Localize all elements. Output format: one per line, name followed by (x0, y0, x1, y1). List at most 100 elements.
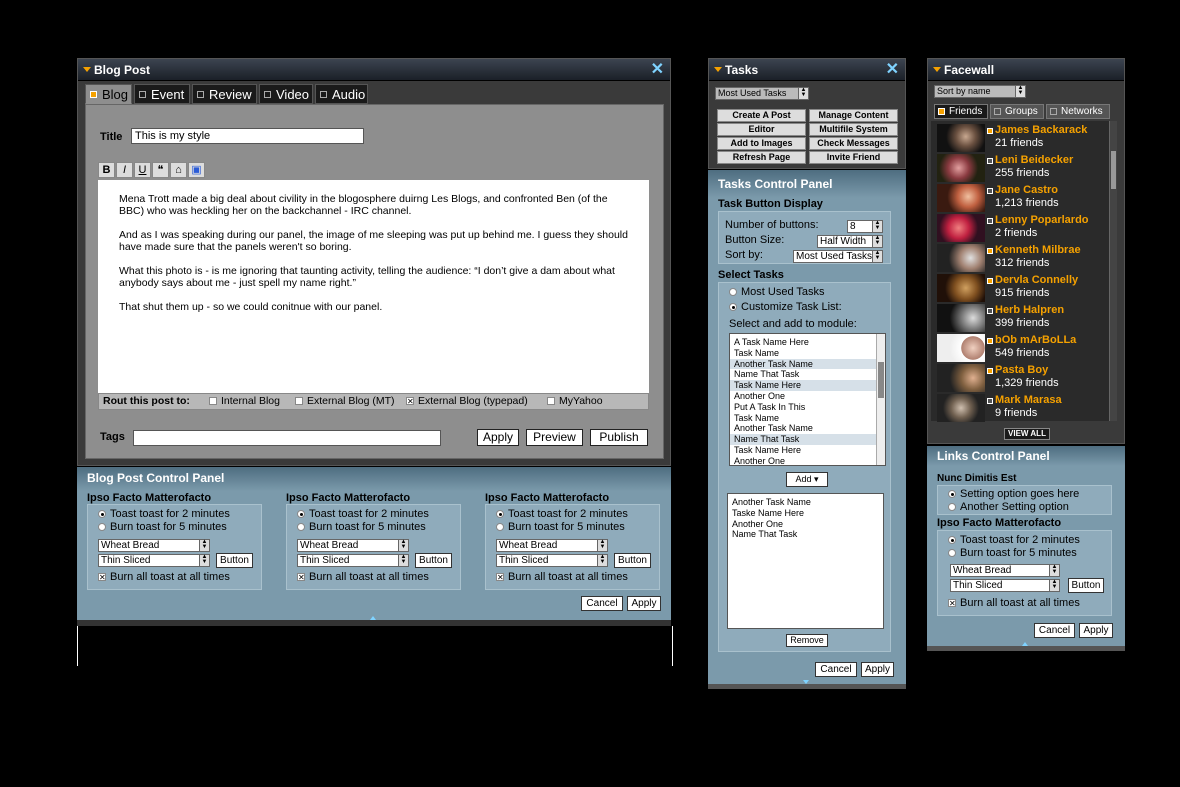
radio-burn-5min[interactable]: Burn toast for 5 minutes (948, 547, 1077, 559)
view-all-button[interactable]: VIEW ALL (1004, 428, 1050, 440)
apply-button[interactable]: Apply (627, 596, 661, 611)
list-item[interactable]: Taske Name Here (728, 508, 883, 519)
scrollbar-thumb[interactable] (878, 362, 884, 398)
cancel-button[interactable]: Cancel (1034, 623, 1075, 638)
list-item[interactable]: Task Name Here (730, 380, 885, 391)
friend-item[interactable]: Herb Halpren 399 friends (937, 304, 1107, 334)
friend-item[interactable]: Lenny Poparlardo 2 friends (937, 214, 1107, 244)
list-item[interactable]: Task Name (730, 413, 885, 424)
quote-icon[interactable]: ❝ (152, 162, 169, 178)
tab-networks[interactable]: Networks (1046, 104, 1110, 119)
add-friend-icon[interactable] (987, 128, 993, 134)
slice-select[interactable]: Thin Sliced ▲ ▼ (496, 554, 608, 567)
tab-event[interactable]: Event (134, 84, 190, 104)
list-item[interactable]: Task Name (730, 348, 885, 359)
friend-item[interactable]: Leni Beidecker 255 friends (937, 154, 1107, 184)
blog-post-titlebar[interactable]: Blog Post ✕ (78, 59, 670, 81)
cancel-button[interactable]: Cancel (581, 596, 623, 611)
tab-groups[interactable]: Groups (990, 104, 1044, 119)
collapse-arrow-icon[interactable] (83, 67, 91, 72)
add-friend-icon[interactable] (987, 188, 993, 194)
collapse-arrow-icon[interactable] (714, 67, 722, 72)
burn-all-checkbox[interactable]: ✕ Burn all toast at all times (496, 571, 628, 583)
friends-scrollbar[interactable] (1109, 121, 1117, 421)
friend-item[interactable]: Kenneth Milbrae 312 friends (937, 244, 1107, 274)
radio-button[interactable] (297, 510, 305, 519)
selected-tasks-list[interactable]: Another Task Name Taske Name Here Anothe… (727, 493, 884, 629)
publish-button[interactable]: Publish (590, 429, 648, 446)
radio-setting-option[interactable]: Setting option goes here (948, 488, 1079, 500)
add-friend-icon[interactable] (987, 248, 993, 254)
avatar[interactable] (937, 334, 985, 362)
add-friend-icon[interactable] (987, 308, 993, 314)
close-icon[interactable]: ✕ (886, 61, 899, 79)
spinner-icon[interactable]: ▲ ▼ (597, 539, 607, 551)
add-friend-icon[interactable] (987, 278, 993, 284)
italic-button[interactable]: I (116, 162, 133, 178)
radio-button[interactable] (297, 523, 305, 532)
avatar[interactable] (937, 124, 985, 152)
generic-button[interactable]: Button (1068, 578, 1104, 593)
radio-button[interactable] (948, 536, 956, 545)
radio-burn-5min[interactable]: Burn toast for 5 minutes (98, 521, 227, 533)
radio-button[interactable] (729, 303, 737, 312)
radio-another-setting[interactable]: Another Setting option (948, 501, 1069, 513)
slice-select[interactable]: Thin Sliced ▲ ▼ (98, 554, 210, 567)
spinner-icon[interactable]: ▲ ▼ (398, 554, 408, 566)
task-sort-dropdown[interactable]: Most Used Tasks ▲ ▼ (715, 87, 809, 100)
rout-internal-blog[interactable]: Internal Blog (209, 394, 280, 409)
list-item[interactable]: Another Task Name (728, 497, 883, 508)
list-item[interactable]: Name That Task (728, 529, 883, 540)
avatar[interactable] (937, 184, 985, 212)
scrollbar-thumb[interactable] (1111, 151, 1116, 189)
tab-audio[interactable]: Audio (315, 84, 368, 104)
spinner-icon[interactable]: ▲ ▼ (872, 250, 882, 262)
task-button-create-post[interactable]: Create A Post (717, 109, 806, 122)
list-item[interactable]: Put A Task In This (730, 402, 885, 413)
friend-item[interactable]: James Backarack 21 friends (937, 124, 1107, 154)
radio-burn-5min[interactable]: Burn toast for 5 minutes (496, 521, 625, 533)
tasks-titlebar[interactable]: Tasks ✕ (709, 59, 905, 81)
list-item[interactable]: Another Task Name (730, 423, 885, 434)
tab-video[interactable]: Video (259, 84, 313, 104)
spinner-icon[interactable]: ▲ ▼ (199, 554, 209, 566)
radio-button[interactable] (948, 490, 956, 499)
task-button-invite[interactable]: Invite Friend (809, 151, 898, 164)
burn-all-checkbox[interactable]: ✕ Burn all toast at all times (98, 571, 230, 583)
avatar[interactable] (937, 274, 985, 302)
burn-all-checkbox[interactable]: ✕ Burn all toast at all times (297, 571, 429, 583)
avatar[interactable] (937, 244, 985, 272)
underline-button[interactable]: U (134, 162, 151, 178)
bread-select[interactable]: Wheat Bread ▲ ▼ (98, 539, 210, 552)
burn-all-checkbox[interactable]: ✕ Burn all toast at all times (948, 597, 1080, 609)
facewall-titlebar[interactable]: Facewall (928, 59, 1124, 81)
radio-button[interactable] (948, 503, 956, 512)
task-button-check-messages[interactable]: Check Messages (809, 137, 898, 150)
add-friend-icon[interactable] (987, 218, 993, 224)
task-button-editor[interactable]: Editor (717, 123, 806, 136)
radio-toast-2min[interactable]: Toast toast for 2 minutes (948, 534, 1080, 546)
avatar[interactable] (937, 394, 985, 422)
list-item[interactable]: Task Name Here (730, 445, 885, 456)
slice-select[interactable]: Thin Sliced ▲ ▼ (297, 554, 409, 567)
checkbox[interactable]: ✕ (948, 599, 956, 608)
checkbox[interactable]: ✕ (406, 397, 414, 406)
preview-button[interactable]: Preview (526, 429, 583, 446)
list-item[interactable]: Another One (730, 456, 885, 465)
friend-item[interactable]: Dervla Connelly 915 friends (937, 274, 1107, 304)
radio-button[interactable] (496, 523, 504, 532)
remove-button[interactable]: Remove (786, 634, 828, 647)
list-scrollbar[interactable] (876, 334, 885, 465)
radio-button[interactable] (729, 288, 737, 297)
bread-select[interactable]: Wheat Bread ▲ ▼ (496, 539, 608, 552)
checkbox[interactable]: ✕ (297, 573, 305, 582)
radio-toast-2min[interactable]: Toast toast for 2 minutes (98, 508, 230, 520)
post-body-editor[interactable]: Mena Trott made a big deal about civilit… (98, 180, 649, 393)
checkbox[interactable]: ✕ (496, 573, 504, 582)
tags-input[interactable] (133, 430, 441, 446)
sort-by-select[interactable]: Most Used Tasks ▲ ▼ (793, 250, 883, 263)
task-button-multifile[interactable]: Multifile System (809, 123, 898, 136)
friend-item[interactable]: bOb mArBoLLa 549 friends (937, 334, 1107, 364)
spinner-icon[interactable]: ▲ ▼ (398, 539, 408, 551)
radio-customize[interactable]: Customize Task List: (729, 301, 842, 313)
